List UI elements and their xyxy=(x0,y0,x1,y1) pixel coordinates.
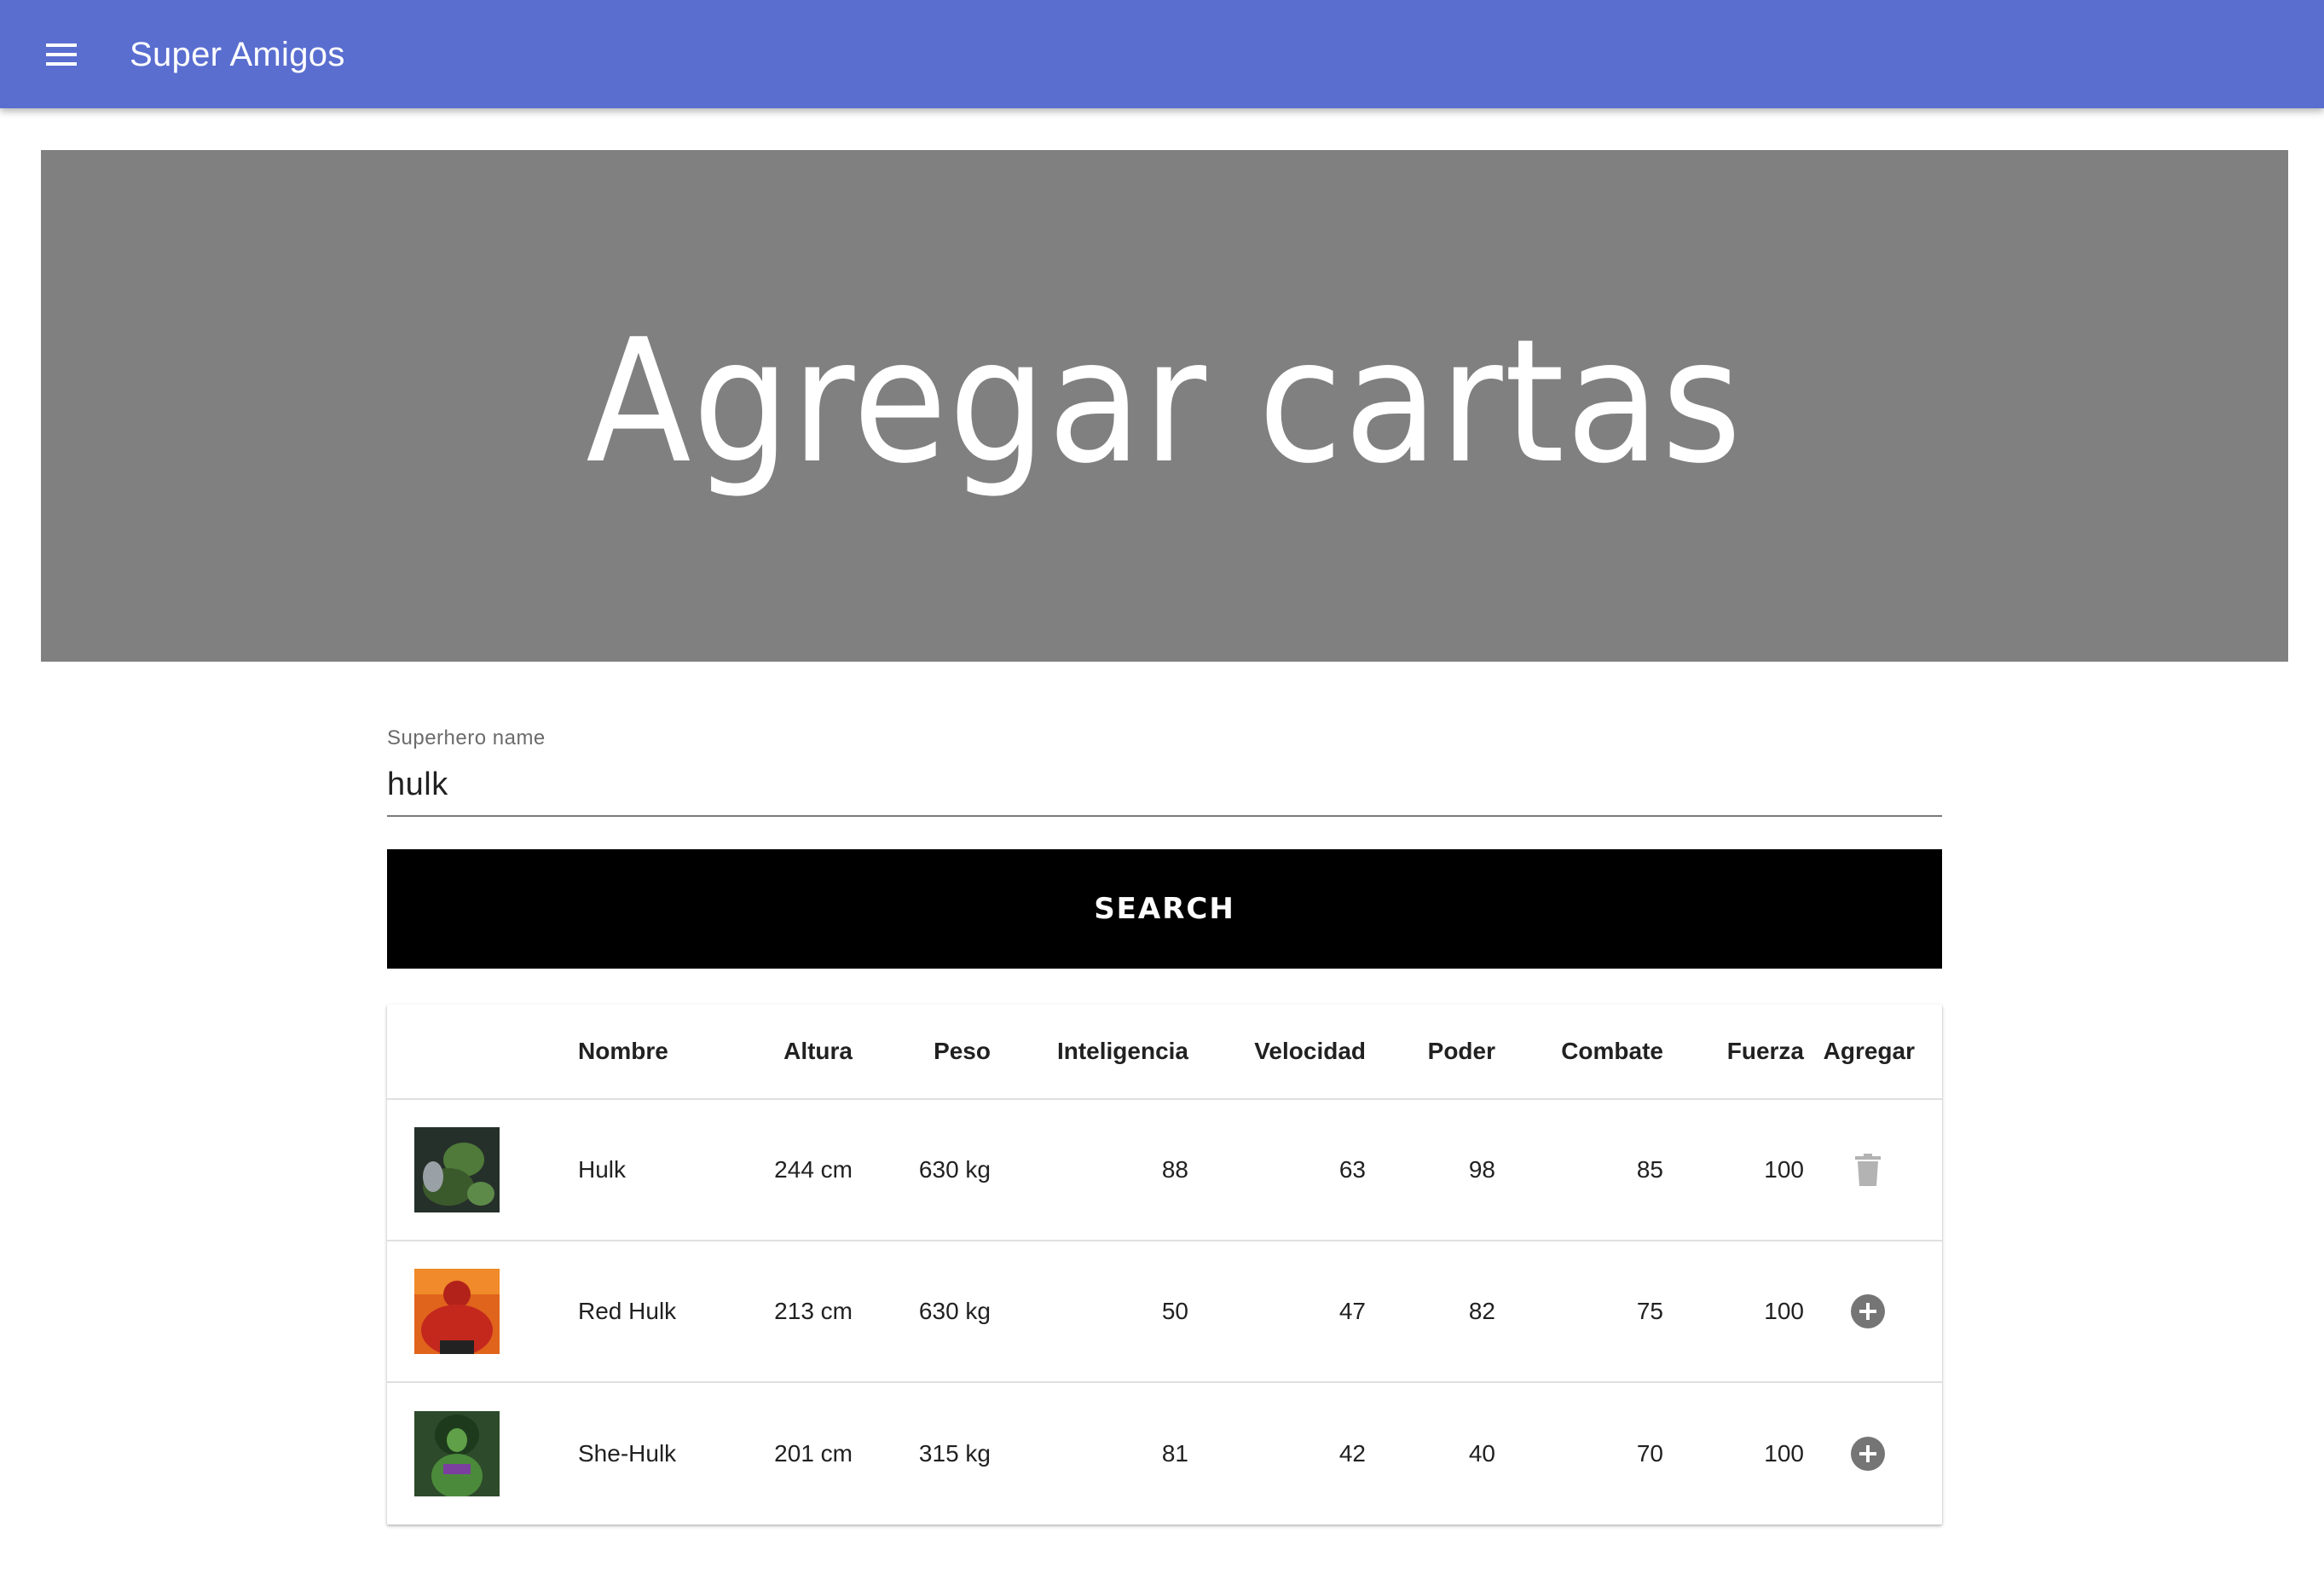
cell-speed: 42 xyxy=(1338,1439,1366,1467)
header-strength: Fuerza xyxy=(1726,1038,1804,1064)
add-circle-icon xyxy=(1851,1294,1885,1328)
header-add: Agregar xyxy=(1823,1038,1915,1064)
cell-combat: 85 xyxy=(1636,1156,1663,1183)
cell-weight: 630 kg xyxy=(918,1298,991,1324)
hero-thumbnail xyxy=(414,1410,500,1496)
cell-intelligence: 50 xyxy=(1161,1298,1188,1324)
menu-button[interactable] xyxy=(36,31,87,78)
header-name: Nombre xyxy=(578,1038,668,1064)
cell-strength: 100 xyxy=(1764,1156,1804,1183)
cell-height: 213 cm xyxy=(774,1298,853,1324)
remove-card-button[interactable] xyxy=(1842,1144,1893,1195)
cell-weight: 630 kg xyxy=(918,1156,991,1183)
search-label: Superhero name xyxy=(387,726,546,749)
cell-height: 244 cm xyxy=(774,1156,853,1183)
header-speed: Velocidad xyxy=(1254,1038,1366,1064)
cell-intelligence: 81 xyxy=(1161,1439,1188,1467)
search-input[interactable] xyxy=(387,761,1942,808)
results-table-card: Nombre Altura Peso Inteligencia Velocida… xyxy=(387,1004,1942,1525)
search-button[interactable]: SEARCH xyxy=(387,849,1942,969)
header-intelligence: Inteligencia xyxy=(1056,1038,1188,1064)
menu-icon xyxy=(46,43,77,66)
header-image xyxy=(387,1004,577,1099)
cell-name: Red Hulk xyxy=(578,1298,677,1324)
table-header-row: Nombre Altura Peso Inteligencia Velocida… xyxy=(387,1004,1942,1099)
add-card-button[interactable] xyxy=(1842,1286,1893,1337)
add-card-button[interactable] xyxy=(1842,1428,1893,1479)
cell-power: 98 xyxy=(1468,1156,1495,1183)
cell-strength: 100 xyxy=(1764,1439,1804,1467)
header-weight: Peso xyxy=(934,1038,991,1064)
hero-thumbnail xyxy=(414,1127,500,1212)
cell-name: Hulk xyxy=(578,1156,627,1183)
cell-combat: 70 xyxy=(1636,1439,1663,1467)
app-title: Super Amigos xyxy=(130,36,345,73)
add-circle-icon xyxy=(1851,1436,1885,1471)
cell-strength: 100 xyxy=(1764,1298,1804,1324)
header-power: Poder xyxy=(1427,1038,1495,1064)
header-combat: Combate xyxy=(1561,1038,1663,1064)
hero-banner: Agregar cartas xyxy=(41,150,2288,662)
table-row: Hulk 244 cm 630 kg 88 63 98 85 100 xyxy=(387,1099,1942,1241)
hero-thumbnail xyxy=(414,1269,500,1354)
cell-power: 82 xyxy=(1468,1298,1495,1324)
cell-power: 40 xyxy=(1468,1439,1495,1467)
cell-height: 201 cm xyxy=(774,1439,853,1467)
trash-icon xyxy=(1855,1154,1881,1186)
cell-speed: 47 xyxy=(1338,1298,1366,1324)
cell-combat: 75 xyxy=(1636,1298,1663,1324)
page-title: Agregar cartas xyxy=(586,302,1743,501)
cell-weight: 315 kg xyxy=(918,1439,991,1467)
cell-speed: 63 xyxy=(1338,1156,1366,1183)
cell-intelligence: 88 xyxy=(1161,1156,1188,1183)
header-height: Altura xyxy=(783,1038,853,1064)
search-field: Superhero name xyxy=(387,726,1942,817)
cell-name: She-Hulk xyxy=(578,1439,677,1467)
results-table: Nombre Altura Peso Inteligencia Velocida… xyxy=(387,1004,1942,1524)
table-row: Red Hulk 213 cm 630 kg 50 47 82 75 100 xyxy=(387,1241,1942,1382)
table-row: She-Hulk 201 cm 315 kg 81 42 40 70 100 xyxy=(387,1382,1942,1524)
app-bar: Super Amigos xyxy=(0,0,2324,108)
